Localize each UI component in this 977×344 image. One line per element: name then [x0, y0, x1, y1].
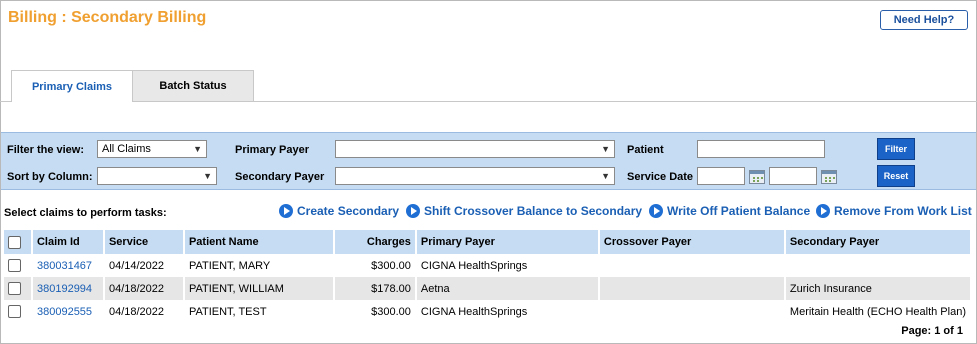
service-date-label: Service Date: [627, 171, 694, 183]
service-date-from-input[interactable]: [697, 167, 745, 185]
select-all-checkbox[interactable]: [8, 235, 21, 249]
secondary-payer-label: Secondary Payer: [235, 171, 325, 183]
chevron-down-icon: ▼: [203, 171, 212, 181]
shift-crossover-action[interactable]: Shift Crossover Balance to Secondary: [406, 204, 642, 218]
reset-button[interactable]: Reset: [877, 165, 915, 187]
crossover-payer-cell: [598, 254, 786, 277]
secondary-payer-cell: [785, 254, 970, 277]
row-checkbox[interactable]: [8, 259, 21, 272]
secondary-payer-cell: Meritain Health (ECHO Health Plan): [789, 305, 966, 318]
remove-from-worklist-action[interactable]: Remove From Work List: [816, 204, 972, 218]
select-all-cell: [4, 230, 33, 254]
tab-primary-claims[interactable]: Primary Claims: [11, 70, 133, 102]
arrow-right-icon: [279, 204, 293, 218]
column-header[interactable]: Patient Name: [183, 230, 335, 254]
primary-payer-cell: CIGNA HealthSprings: [415, 300, 600, 323]
chevron-down-icon: ▼: [601, 144, 610, 154]
secondary-payer-select[interactable]: ▼: [335, 167, 615, 185]
action-label: Shift Crossover Balance to Secondary: [424, 204, 643, 218]
arrow-right-icon: [406, 204, 420, 218]
claim-id-link[interactable]: 380031467: [31, 254, 105, 277]
need-help-button[interactable]: Need Help?: [880, 10, 968, 30]
action-label: Remove From Work List: [834, 204, 972, 218]
column-header[interactable]: Claim Id: [31, 230, 105, 254]
charges-cell: $178.00: [333, 277, 417, 300]
filter-view-value: All Claims: [102, 143, 151, 155]
primary-payer-cell: CIGNA HealthSprings: [415, 254, 600, 277]
service-date-cell: 04/18/2022: [103, 277, 185, 300]
tasks-label: Select claims to perform tasks:: [4, 207, 167, 219]
filter-button[interactable]: Filter: [877, 138, 915, 160]
filter-view-label: Filter the view:: [7, 144, 85, 156]
create-secondary-action[interactable]: Create Secondary: [279, 204, 399, 218]
patient-name-cell: PATIENT, TEST: [183, 300, 335, 323]
claim-id-link[interactable]: 380092555: [31, 300, 105, 323]
calendar-icon[interactable]: [749, 170, 765, 184]
secondary-payer-cell: Zurich Insurance: [784, 277, 970, 300]
page-title: Billing : Secondary Billing: [8, 9, 207, 26]
action-label: Create Secondary: [297, 204, 400, 218]
claim-id-link[interactable]: 380192994: [31, 277, 105, 300]
row-checkbox[interactable]: [8, 282, 21, 295]
crossover-payer-cell: [598, 277, 786, 300]
column-header[interactable]: Primary Payer: [415, 230, 600, 254]
row-select-cell: [4, 300, 33, 323]
column-header[interactable]: Service: [103, 230, 185, 254]
patient-name-cell: PATIENT, WILLIAM: [183, 277, 335, 300]
tab-batch-status[interactable]: Batch Status: [132, 70, 254, 101]
arrow-right-icon: [649, 204, 663, 218]
primary-payer-label: Primary Payer: [235, 144, 309, 156]
tab-bar: Primary Claims Batch Status: [0, 70, 977, 102]
charges-cell: $300.00: [333, 254, 417, 277]
patient-label: Patient: [627, 144, 664, 156]
table-header-row: Claim Id Service Patient Name Charges Pr…: [4, 230, 970, 254]
action-label: Write Off Patient Balance: [667, 204, 811, 218]
sort-column-label: Sort by Column:: [7, 171, 93, 183]
chevron-down-icon: ▼: [601, 171, 610, 181]
row-select-cell: [4, 277, 33, 300]
primary-payer-select[interactable]: ▼: [335, 140, 615, 158]
write-off-action[interactable]: Write Off Patient Balance: [649, 204, 810, 218]
charges-cell: $300.00: [333, 300, 417, 323]
service-date-cell: 04/18/2022: [103, 300, 185, 323]
claims-table: Claim Id Service Patient Name Charges Pr…: [4, 230, 970, 323]
service-date-cell: 04/14/2022: [103, 254, 185, 277]
service-date-to-input[interactable]: [769, 167, 817, 185]
table-row: 380192994 04/18/2022 PATIENT, WILLIAM $1…: [4, 277, 970, 300]
calendar-icon[interactable]: [821, 170, 837, 184]
pager: Page: 1 of 1: [901, 325, 963, 337]
primary-payer-cell: Aetna: [415, 277, 600, 300]
filter-panel: Filter the view: All Claims ▼ Sort by Co…: [1, 132, 976, 190]
column-header[interactable]: Charges: [333, 230, 417, 254]
column-header[interactable]: Secondary Payer: [784, 230, 970, 254]
arrow-right-icon: [816, 204, 830, 218]
row-select-cell: [4, 254, 33, 277]
column-header[interactable]: Crossover Payer: [598, 230, 786, 254]
table-row: 380031467 04/14/2022 PATIENT, MARY $300.…: [4, 254, 970, 277]
crossover-payer-cell: [598, 300, 786, 323]
sort-column-select[interactable]: ▼: [97, 167, 217, 185]
patient-input[interactable]: [697, 140, 825, 158]
table-row: 380092555 04/18/2022 PATIENT, TEST $300.…: [4, 300, 970, 323]
row-checkbox[interactable]: [8, 305, 21, 318]
patient-name-cell: PATIENT, MARY: [183, 254, 335, 277]
chevron-down-icon: ▼: [193, 144, 202, 154]
filter-view-select[interactable]: All Claims ▼: [97, 140, 207, 158]
